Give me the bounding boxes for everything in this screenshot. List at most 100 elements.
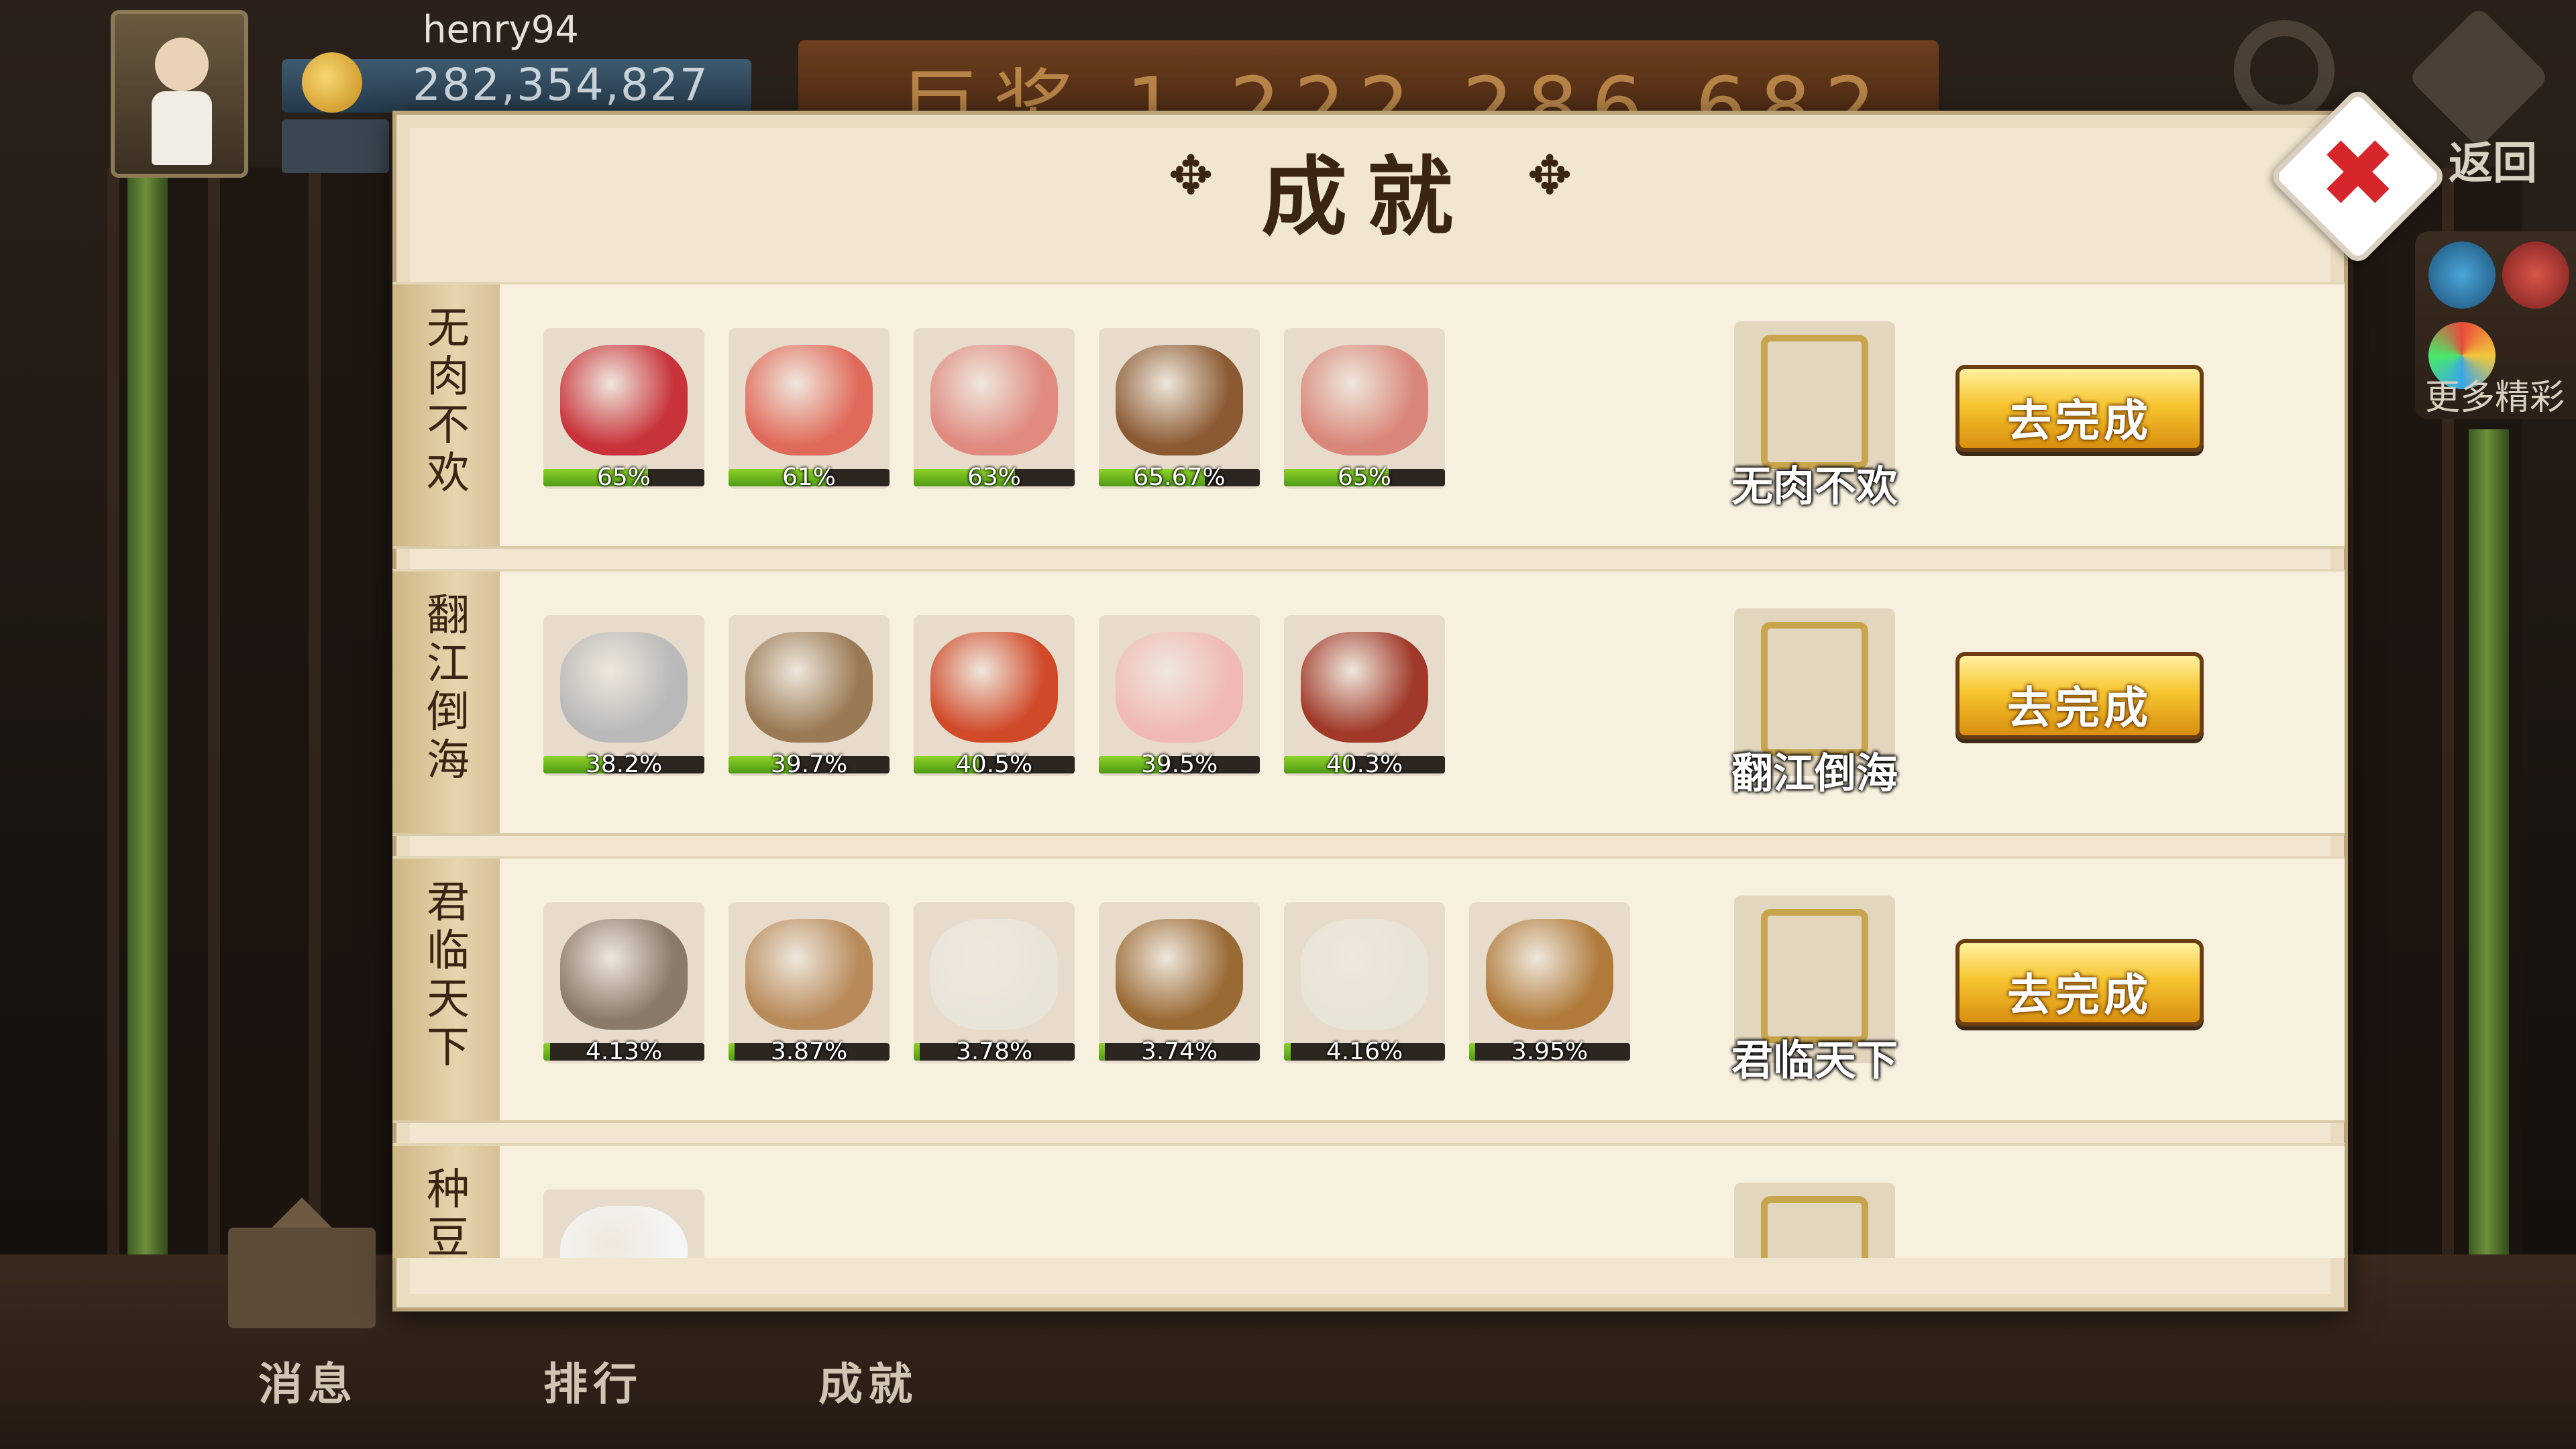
progress-percent: 3.74% [1140, 1038, 1218, 1065]
row-label: 君临天下 [427, 878, 470, 1073]
dragon-game-icon[interactable] [2502, 241, 2569, 309]
progress-percent: 65% [1337, 464, 1391, 491]
tripe-icon [1116, 345, 1243, 455]
pork-belly-icon [1301, 345, 1428, 455]
progress-percent: 39.5% [1140, 751, 1218, 778]
achievement-row: 翻江倒海 38.2% 39.7% 40.5% 39.5% 40.3% 翻江倒海 去完成 [392, 569, 2345, 836]
octopus-icon [1301, 632, 1428, 743]
row-label-tab: 翻江倒海 [392, 572, 500, 833]
ingredient-item[interactable]: 3.78% [914, 902, 1075, 1065]
go-complete-button[interactable]: 去完成 [1955, 652, 2204, 739]
fish-game-icon[interactable] [2428, 241, 2496, 309]
beef-roll-icon [560, 345, 688, 455]
ingredient-item[interactable]: 3.95% [1469, 902, 1630, 1065]
ingredient-item[interactable]: 65% [543, 328, 704, 491]
row-label-tab: 君临天下 [392, 859, 500, 1120]
ingredient-item[interactable]: 63% [914, 328, 1075, 491]
tea-tree-mushroom-icon [1116, 919, 1243, 1030]
nav-achievements[interactable]: 成就 [818, 1348, 918, 1413]
nav-ranking[interactable]: 排行 [543, 1348, 643, 1413]
ingredient-item[interactable]: 61% [729, 328, 890, 491]
ham-slice-icon [930, 345, 1058, 455]
avatar-body [152, 91, 212, 165]
progress-percent: 65.67% [1133, 464, 1226, 491]
title-ornament-right-icon: ✥ [1527, 144, 1572, 207]
avatar[interactable] [111, 10, 248, 178]
tofu-icon [560, 1206, 688, 1258]
achievement-row: 无肉不欢 65% 61% 63% 65.67% 65% 无肉不欢 去完成 [392, 282, 2345, 549]
avatar-frame-icon [1761, 335, 1868, 469]
bamboo-decoration [127, 174, 168, 1415]
mail-icon[interactable] [221, 1197, 382, 1342]
row-label: 无肉不欢 [427, 304, 470, 498]
ingredient-item[interactable]: 40.5% [914, 615, 1075, 778]
progress-percent: 39.7% [770, 751, 848, 778]
achievement-row: 君临天下 4.13% 3.87% 3.78% 3.74% 4.16% 3.95% 君临天下 去完… [392, 856, 2345, 1123]
close-icon[interactable]: ✖ [2314, 127, 2402, 221]
ingredient-item[interactable]: 65% [1284, 328, 1445, 491]
progress-percent: 3.87% [770, 1038, 848, 1065]
ingredient-item[interactable]: 38.2% [543, 615, 704, 778]
title-ornament-left-icon: ✥ [1168, 144, 1214, 207]
progress-percent: 40.3% [1326, 751, 1403, 778]
shimeji-mushroom-icon [745, 919, 873, 1030]
progress-percent: 38.2% [585, 751, 663, 778]
ingredient-item[interactable]: 3.74% [1099, 902, 1260, 1065]
progress-percent: 65% [596, 464, 651, 491]
reward-name: 翻江倒海 [1731, 749, 1898, 798]
ingredient-item[interactable]: 39.5% [1099, 615, 1260, 778]
ingredient-item[interactable]: 4.13% [543, 902, 704, 1065]
row-label: 种豆 [427, 1165, 470, 1258]
progress-percent: 4.16% [1326, 1038, 1403, 1065]
lamb-roll-icon [745, 345, 873, 455]
progress-percent: 61% [782, 464, 836, 491]
row-label: 翻江倒海 [427, 591, 470, 786]
dialog-title: 成就 [1261, 147, 1474, 248]
progress-percent: 3.78% [955, 1038, 1033, 1065]
crab-icon [930, 632, 1058, 743]
star-icon[interactable] [282, 119, 389, 173]
avatar-frame-icon [1761, 622, 1868, 756]
go-complete-button[interactable]: 去完成 [1955, 939, 2204, 1026]
reward-name: 君临天下 [1731, 1036, 1898, 1085]
matsutake-mushroom-icon [1486, 919, 1613, 1030]
progress-percent: 3.95% [1511, 1038, 1589, 1065]
enoki-mushroom-icon [1301, 919, 1428, 1030]
go-complete-label: 去完成 [2007, 394, 2152, 447]
avatar-frame-icon [1761, 1196, 1868, 1258]
back-label: 返回 [2449, 138, 2537, 189]
ingredient-item[interactable]: 40.3% [1284, 615, 1445, 778]
king-oyster-mushroom-icon [930, 919, 1058, 1030]
ingredient-item[interactable]: 3.87% [729, 902, 890, 1065]
more-games-label[interactable]: 更多精彩 [2425, 369, 2565, 419]
progress-percent: 4.13% [585, 1038, 663, 1065]
avatar-frame-reward[interactable] [1734, 1183, 1895, 1258]
avatar-frame-icon [1761, 909, 1868, 1043]
row-label-tab: 种豆 [392, 1146, 500, 1258]
bamboo-decoration [2469, 429, 2509, 1301]
go-complete-label: 去完成 [2007, 682, 2152, 734]
go-complete-button[interactable]: 去完成 [1955, 365, 2204, 452]
ingredient-item[interactable] [543, 1189, 704, 1258]
username: henry94 [423, 8, 579, 52]
progress-percent: 63% [967, 464, 1021, 491]
shrimp-ball-icon [1116, 632, 1243, 743]
ingredient-item[interactable]: 4.16% [1284, 902, 1445, 1065]
achievement-row: 种豆 [392, 1143, 2345, 1258]
bean-coin-icon [302, 52, 362, 113]
reward-name: 无肉不欢 [1731, 462, 1898, 511]
ingredient-item[interactable]: 39.7% [729, 615, 890, 778]
abalone-icon [745, 632, 873, 743]
oyster-mushroom-icon [560, 919, 688, 1030]
achievement-list[interactable]: 无肉不欢 65% 61% 63% 65.67% 65% 无肉不欢 去完成 翻江倒海 38.2% 39… [392, 282, 2345, 1258]
progress-percent: 40.5% [955, 751, 1033, 778]
avatar-face [155, 38, 209, 91]
coin-balance: 282,354,827 [413, 59, 709, 111]
gear-icon[interactable] [2234, 20, 2334, 121]
nav-messages[interactable]: 消息 [258, 1348, 358, 1413]
shrimp-icon [560, 632, 688, 743]
go-complete-label: 去完成 [2007, 969, 2152, 1021]
row-label-tab: 无肉不欢 [392, 284, 500, 546]
mail-envelope [228, 1228, 376, 1328]
ingredient-item[interactable]: 65.67% [1099, 328, 1260, 491]
